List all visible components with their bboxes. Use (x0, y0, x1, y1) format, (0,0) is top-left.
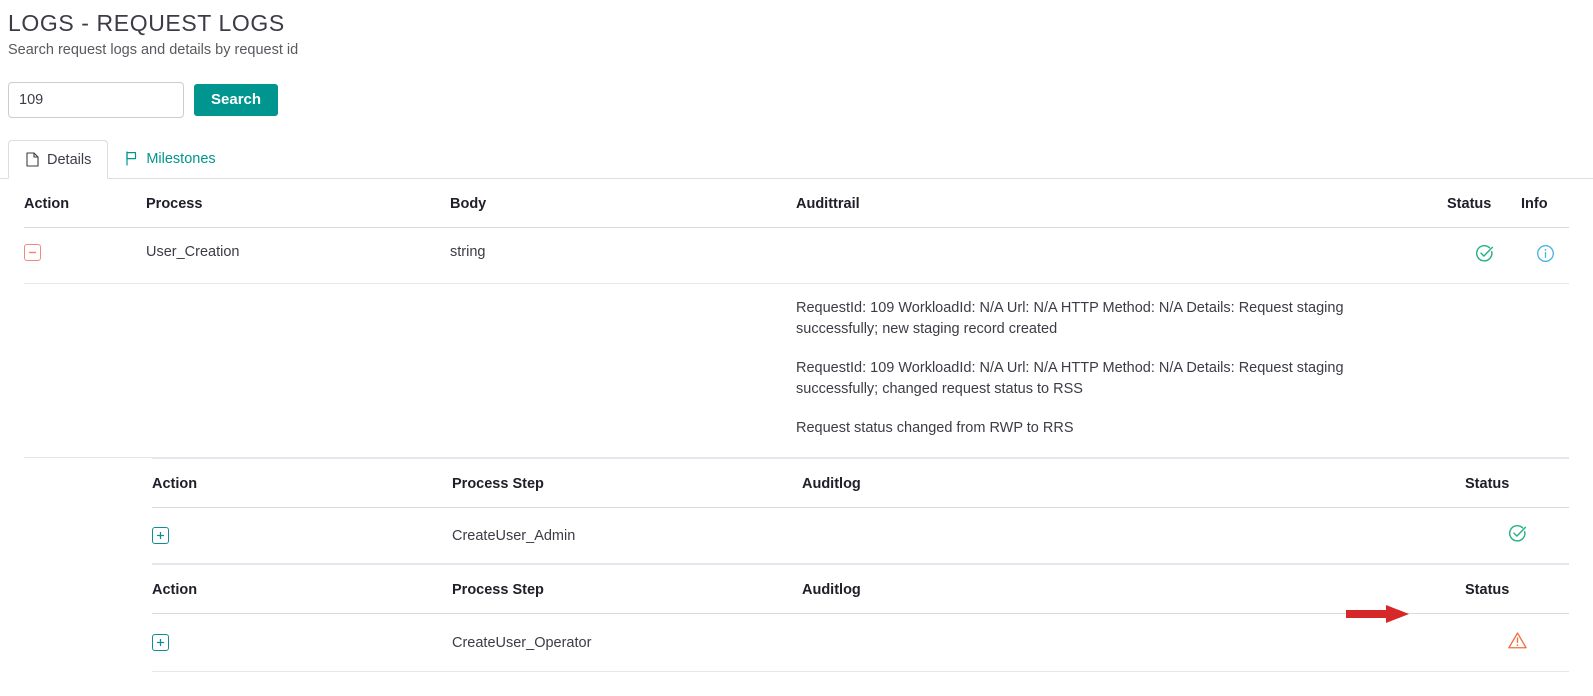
check-circle-icon (1508, 525, 1526, 542)
request-log-table: Action Process Body Audittrail Status In… (24, 179, 1569, 672)
nested-col-header-action: Action (152, 564, 452, 614)
check-circle-icon (1475, 245, 1493, 262)
page-subtitle: Search request logs and details by reque… (8, 42, 299, 58)
search-row: Search (8, 82, 1593, 118)
row-process: User_Creation (146, 227, 450, 284)
table-row: User_Creation string (24, 227, 1569, 284)
col-header-body: Body (450, 179, 796, 228)
nested-col-header-status: Status (1465, 564, 1569, 614)
nested-table-row-1: Action Process Step Auditlog Status Crea… (24, 458, 1569, 564)
process-step-table-2: Action Process Step Auditlog Status Crea… (152, 564, 1569, 672)
spacer-process (146, 283, 450, 458)
nested-col-header-auditlog: Auditlog (802, 564, 1465, 614)
row-status-cell (1447, 227, 1521, 284)
col-header-info: Info (1521, 179, 1569, 228)
document-icon (25, 152, 40, 168)
audittrail-detail-cell: RequestId: 109 WorkloadId: N/A Url: N/A … (796, 283, 1447, 458)
nested-header-row: Action Process Step Auditlog Status (152, 564, 1569, 614)
nested-auditlog (802, 613, 1465, 672)
audittrail-line: RequestId: 109 WorkloadId: N/A Url: N/A … (796, 360, 1344, 397)
tab-milestones[interactable]: Milestones (108, 139, 231, 178)
nested-table-container-1: Action Process Step Auditlog Status Crea… (24, 458, 1569, 564)
nested-col-header-action: Action (152, 458, 452, 508)
col-header-action: Action (24, 179, 146, 228)
nested-action-cell (152, 507, 452, 564)
spacer-body (450, 283, 796, 458)
spacer-info (1521, 283, 1569, 458)
col-header-process: Process (146, 179, 450, 228)
tab-milestones-label: Milestones (146, 150, 216, 167)
row-body: string (450, 227, 796, 284)
collapse-minus-icon[interactable] (24, 244, 41, 261)
col-header-audittrail: Audittrail (796, 179, 1447, 228)
page-header: LOGS - REQUEST LOGS Search request logs … (0, 0, 1593, 60)
nested-col-header-process-step: Process Step (452, 564, 802, 614)
nested-status-cell (1465, 507, 1569, 564)
request-log-table-container: Action Process Body Audittrail Status In… (0, 179, 1593, 672)
info-circle-icon[interactable] (1536, 244, 1555, 263)
spacer-status (1447, 283, 1521, 458)
nested-table-row: CreateUser_Operator (152, 613, 1569, 672)
nested-col-header-auditlog: Auditlog (802, 458, 1465, 508)
warning-triangle-icon (1507, 632, 1527, 649)
search-input[interactable] (8, 82, 184, 118)
nested-table-row: CreateUser_Admin (152, 507, 1569, 564)
row-info-cell[interactable] (1521, 227, 1569, 284)
nested-indent-1: Action Process Step Auditlog Status Crea… (24, 458, 1569, 564)
nested-table-row-2: Action Process Step Auditlog Status Crea… (24, 564, 1569, 672)
nested-col-header-process-step: Process Step (452, 458, 802, 508)
nested-process-step: CreateUser_Operator (452, 613, 802, 672)
tab-details-label: Details (47, 151, 92, 168)
nested-header-row: Action Process Step Auditlog Status (152, 458, 1569, 508)
tab-strip: Details Milestones (0, 138, 1593, 179)
table-header-row: Action Process Body Audittrail Status In… (24, 179, 1569, 228)
nested-auditlog (802, 507, 1465, 564)
spacer-action (24, 283, 146, 458)
tab-details[interactable]: Details (8, 140, 109, 179)
nested-process-step: CreateUser_Admin (452, 507, 802, 564)
row-audittrail (796, 227, 1447, 284)
expand-plus-icon[interactable] (152, 634, 169, 651)
page-title: LOGS - REQUEST LOGS (8, 10, 285, 36)
row-action-cell (24, 227, 146, 284)
search-button[interactable]: Search (194, 84, 279, 116)
audittrail-detail-row: RequestId: 109 WorkloadId: N/A Url: N/A … (24, 283, 1569, 458)
nested-col-header-status: Status (1465, 458, 1569, 508)
nested-indent-2: Action Process Step Auditlog Status Crea… (24, 564, 1569, 672)
flag-icon (124, 151, 139, 167)
col-header-status: Status (1447, 179, 1521, 228)
process-step-table-1: Action Process Step Auditlog Status Crea… (152, 458, 1569, 564)
nested-status-cell (1465, 613, 1569, 672)
audittrail-line: RequestId: 109 WorkloadId: N/A Url: N/A … (796, 300, 1344, 337)
nested-table-container-2: Action Process Step Auditlog Status Crea… (24, 564, 1569, 672)
expand-plus-icon[interactable] (152, 527, 169, 544)
nested-action-cell (152, 613, 452, 672)
audittrail-line: Request status changed from RWP to RRS (796, 420, 1074, 436)
